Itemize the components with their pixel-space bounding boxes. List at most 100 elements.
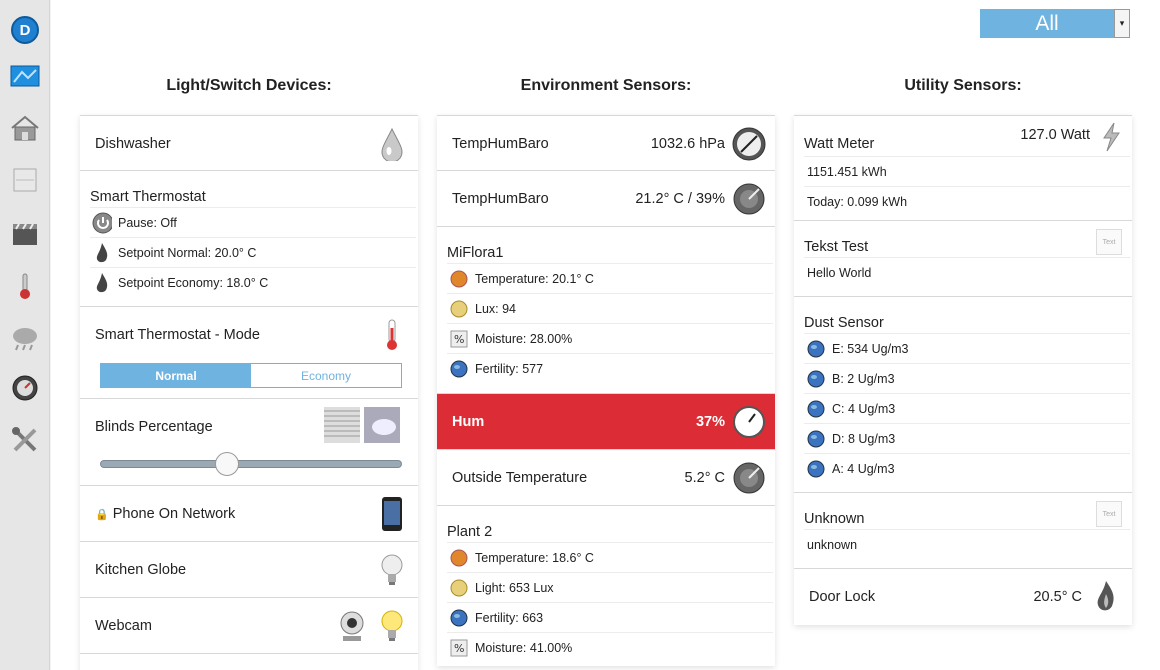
utility-icon[interactable]: [9, 372, 41, 404]
globe-icon: [806, 369, 826, 389]
text-icon: Text: [1096, 229, 1122, 255]
row-text: C: 4 Ug/m3: [832, 401, 896, 416]
device-card-dishwasher: Dishwasher: [80, 115, 418, 171]
light-bulb-off-icon[interactable]: [374, 552, 410, 588]
globe-icon: [806, 399, 826, 419]
dashboard-icon[interactable]: [9, 60, 41, 92]
weather-icon[interactable]: [9, 322, 41, 354]
row-text: Temperature: 18.6° C: [475, 550, 594, 565]
watt-total-row: 1151.451 kWh: [804, 156, 1130, 186]
switches-icon[interactable]: [9, 164, 41, 196]
barometer-icon[interactable]: [731, 126, 767, 162]
miflora-lux-row: Lux: 94: [447, 293, 773, 323]
row-text: E: 534 Ug/m3: [832, 341, 909, 356]
sensor-name: Hum: [452, 414, 485, 430]
thermometer-sun-icon: [374, 317, 410, 353]
miflora-moisture-row: % Moisture: 28.00%: [447, 323, 773, 353]
sensor-card-dust: Dust Sensor E: 534 Ug/m3 B: 2 Ug/m3 C: 4…: [794, 297, 1132, 493]
mode-economy-button[interactable]: Economy: [251, 364, 401, 387]
lightning-icon[interactable]: [1100, 122, 1122, 157]
blinds-slider-handle[interactable]: [214, 452, 239, 476]
globe-icon: [806, 459, 826, 479]
light-switch-list: Dishwasher Smart Thermostat Pause: Off S…: [80, 115, 418, 670]
tekst-value-row: Hello World: [804, 257, 1130, 287]
dashboard-main: All ▾ Light/Switch Devices: Dishwasher S…: [51, 0, 1160, 670]
svg-text:%: %: [454, 333, 464, 346]
device-name: Webcam: [95, 618, 152, 634]
room-filter-value[interactable]: All: [980, 9, 1114, 38]
device-card-webcam: Webcam: [80, 598, 418, 654]
setpoint-normal-row: Setpoint Normal: 20.0° C: [90, 237, 416, 267]
sensor-card-tekst-test: Tekst Test Text Hello World: [794, 221, 1132, 297]
row-text: unknown: [807, 537, 858, 552]
device-name: 🔒 Phone On Network: [95, 506, 236, 522]
sensor-name: MiFlora1: [447, 245, 504, 261]
utility-column: Utility Sensors: Watt Meter 127.0 Watt 1…: [794, 72, 1132, 625]
sensor-card-temphum: TempHumBaro 21.2° C / 39%: [437, 171, 775, 227]
setpoint-normal-text: Setpoint Normal: 20.0° C: [118, 245, 257, 260]
light-bulb-on-icon[interactable]: [374, 608, 410, 644]
webcam-icon[interactable]: [334, 608, 370, 644]
unknown-value-row: unknown: [804, 529, 1130, 559]
room-filter-select[interactable]: All ▾: [980, 9, 1130, 38]
row-text: Hello World: [807, 265, 872, 280]
device-card-blinds: Blinds Percentage: [80, 399, 418, 486]
plant2-fertility-row: Fertility: 663: [447, 602, 773, 632]
sensor-name: Door Lock: [809, 589, 876, 605]
plant2-light-row: Light: 653 Lux: [447, 572, 773, 602]
flame-icon[interactable]: [92, 242, 112, 263]
plant2-moisture-row: % Moisture: 41.00%: [447, 632, 773, 662]
sensor-name: Tekst Test: [804, 239, 869, 255]
sensor-card-miflora1: MiFlora1 Temperature: 20.1° C Lux: 94 % …: [437, 227, 775, 394]
row-text: Lux: 94: [475, 301, 517, 316]
device-name: Dishwasher: [95, 136, 171, 152]
thermostat-pause-text: Pause: Off: [118, 215, 177, 230]
domoticz-logo-icon[interactable]: D: [9, 14, 41, 46]
row-text: B: 2 Ug/m3: [832, 371, 895, 386]
blinds-closed-icon[interactable]: [324, 407, 360, 443]
gauge-icon[interactable]: [731, 181, 767, 217]
column-title: Environment Sensors:: [520, 77, 692, 94]
sensor-card-watt-meter: Watt Meter 127.0 Watt 1151.451 kWh Today…: [794, 115, 1132, 221]
temperature-icon[interactable]: [9, 270, 41, 302]
row-text: Fertility: 577: [475, 361, 544, 376]
row-text: Temperature: 20.1° C: [475, 271, 594, 286]
flame-icon[interactable]: [92, 272, 112, 293]
flame-icon[interactable]: [1088, 579, 1124, 615]
row-text: Moisture: 28.00%: [475, 331, 573, 346]
environment-list: TempHumBaro 1032.6 hPa TempHumBaro 21.2°…: [437, 115, 775, 666]
svg-text:%: %: [454, 642, 464, 655]
chevron-down-icon[interactable]: ▾: [1114, 9, 1130, 38]
percent-icon: %: [449, 329, 469, 349]
row-text: Fertility: 663: [475, 610, 544, 625]
floorplans-icon[interactable]: [9, 112, 41, 144]
column-title: Light/Switch Devices:: [166, 77, 332, 94]
device-name: Kitchen Globe: [95, 562, 187, 578]
device-card-phone: 🔒 Phone On Network: [80, 486, 418, 542]
gauge-icon[interactable]: [731, 460, 767, 496]
sensor-card-hum: Hum 37%: [437, 394, 775, 450]
globe-icon: [449, 608, 469, 628]
sensor-name: Plant 2: [447, 524, 493, 540]
light-switch-column: Light/Switch Devices: Dishwasher Smart T…: [80, 72, 418, 670]
sidebar: D: [0, 0, 50, 670]
power-button-icon[interactable]: [92, 212, 112, 233]
setup-icon[interactable]: [9, 424, 41, 456]
water-drop-icon[interactable]: [374, 126, 410, 162]
sensor-card-plant2: Plant 2 Temperature: 18.6° C Light: 653 …: [437, 506, 775, 666]
blinds-slider-track[interactable]: [100, 460, 402, 468]
device-name: Smart Thermostat: [90, 189, 206, 205]
scenes-icon[interactable]: [9, 218, 41, 250]
dust-row: A: 4 Ug/m3: [804, 453, 1130, 483]
sensor-card-unknown: Unknown Text unknown: [794, 493, 1132, 569]
blinds-open-icon[interactable]: [364, 407, 400, 443]
hygrometer-icon[interactable]: [731, 404, 767, 440]
sensor-value: 20.5° C: [1033, 589, 1082, 605]
globe-icon: [449, 359, 469, 379]
miflora-temperature-row: Temperature: 20.1° C: [447, 263, 773, 293]
sensor-name: Dust Sensor: [804, 315, 884, 331]
phone-icon[interactable]: [374, 496, 410, 532]
device-name: Smart Thermostat - Mode: [95, 327, 260, 343]
lock-icon: 🔒: [95, 509, 109, 521]
mode-normal-button[interactable]: Normal: [101, 364, 251, 387]
